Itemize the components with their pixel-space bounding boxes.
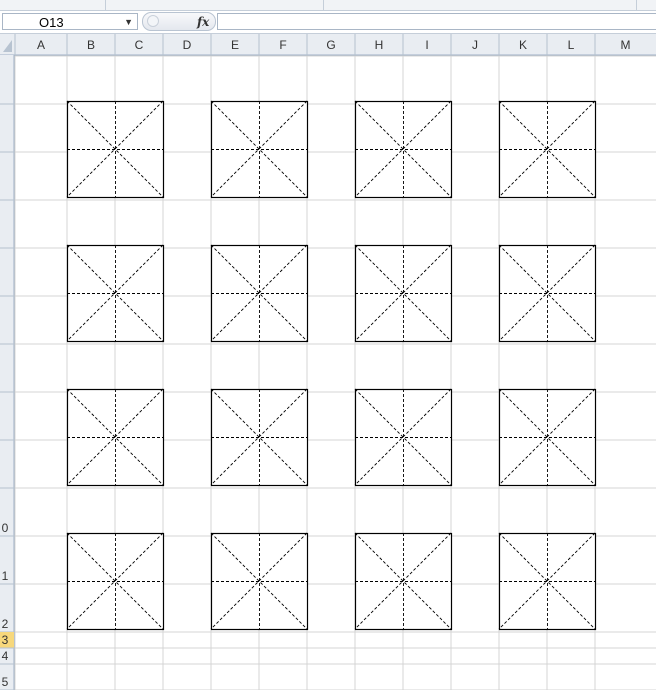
practice-box[interactable] — [66, 244, 165, 343]
row-headers: 0 1 2 3 4 5 — [0, 55, 15, 690]
practice-box[interactable] — [498, 532, 597, 631]
column-header-m[interactable]: M — [621, 38, 631, 52]
row-header-label[interactable]: 2 — [2, 617, 9, 631]
column-header-c[interactable]: C — [135, 38, 144, 52]
practice-box[interactable] — [354, 388, 453, 487]
column-header-b[interactable]: B — [87, 38, 95, 52]
column-header-h[interactable]: H — [375, 38, 384, 52]
practice-box[interactable] — [498, 388, 597, 487]
row-header-label[interactable]: 4 — [2, 649, 9, 663]
column-headers: A B C D E F G H I J K L M — [0, 34, 656, 56]
practice-box[interactable] — [210, 388, 309, 487]
column-header-g[interactable]: G — [326, 38, 335, 52]
column-header-a[interactable]: A — [37, 38, 45, 52]
column-header-d[interactable]: D — [183, 38, 192, 52]
practice-box[interactable] — [354, 100, 453, 199]
character-practice-boxes — [66, 100, 597, 631]
column-header-k[interactable]: K — [519, 38, 527, 52]
practice-box[interactable] — [498, 244, 597, 343]
column-header-e[interactable]: E — [231, 38, 239, 52]
row-header-label[interactable]: 0 — [2, 521, 9, 535]
practice-box[interactable] — [66, 388, 165, 487]
practice-box[interactable] — [210, 532, 309, 631]
row-header-bar — [0, 55, 14, 690]
row-header-label[interactable]: 3 — [2, 633, 9, 647]
practice-box[interactable] — [66, 100, 165, 199]
column-header-j[interactable]: J — [472, 38, 478, 52]
column-header-i[interactable]: I — [425, 38, 428, 52]
worksheet-grid[interactable]: A B C D E F G H I J K L M 0 1 2 3 4 5 — [0, 0, 656, 690]
row-header-label[interactable]: 1 — [2, 569, 9, 583]
column-header-f[interactable]: F — [279, 38, 286, 52]
practice-box[interactable] — [66, 532, 165, 631]
column-header-l[interactable]: L — [568, 38, 575, 52]
practice-box[interactable] — [354, 244, 453, 343]
practice-box[interactable] — [354, 532, 453, 631]
practice-box[interactable] — [210, 244, 309, 343]
practice-box[interactable] — [210, 100, 309, 199]
row-header-label[interactable]: 5 — [2, 675, 9, 689]
practice-box[interactable] — [498, 100, 597, 199]
